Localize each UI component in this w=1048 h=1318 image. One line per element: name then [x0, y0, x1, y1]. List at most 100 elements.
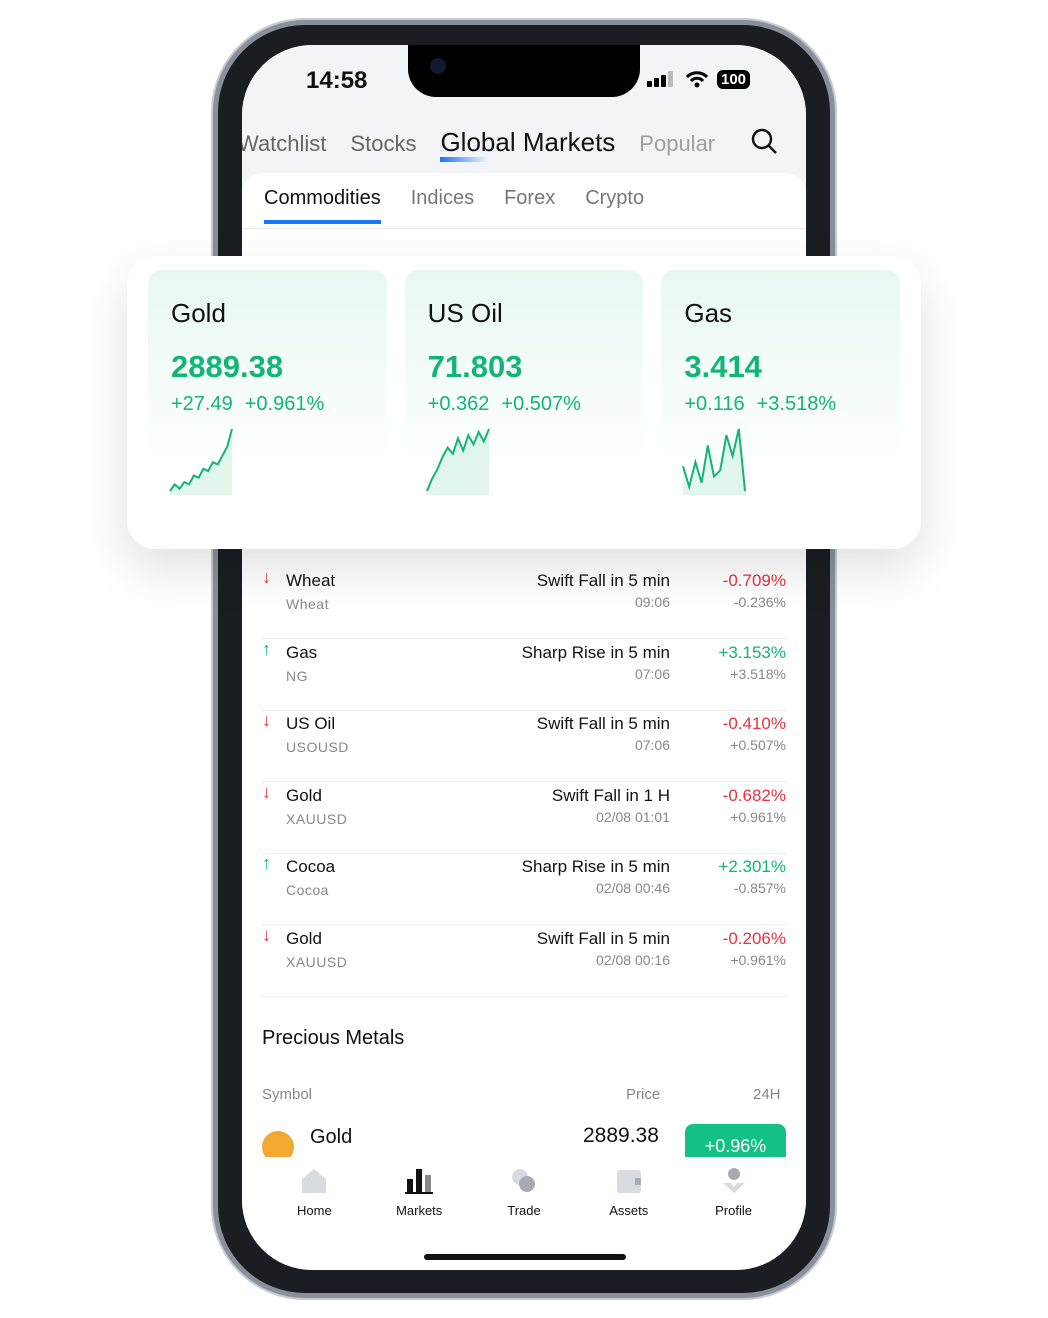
- section-title: Precious Metals: [262, 1027, 405, 1049]
- nav-label: Home: [297, 1203, 332, 1218]
- alert-day-change: +0.961%: [730, 951, 786, 968]
- alert-row[interactable]: ↑ Gas NG Sharp Rise in 5 min 07:06 +3.15…: [262, 639, 786, 711]
- quote-card-gas[interactable]: Gas 3.414 +0.116 +3.518%: [661, 270, 901, 535]
- alert-event: Swift Fall in 5 min: [536, 714, 670, 733]
- tab-commodities[interactable]: Commodities: [264, 187, 381, 224]
- tab-indices[interactable]: Indices: [411, 187, 474, 210]
- sub-tabs: Commodities Indices Forex Crypto: [264, 187, 644, 224]
- home-indicator: [424, 1254, 626, 1260]
- tab-forex[interactable]: Forex: [504, 187, 555, 210]
- nav-markets[interactable]: Markets: [379, 1167, 459, 1260]
- quote-name: Gold: [171, 298, 226, 328]
- nav-trade[interactable]: Trade: [484, 1167, 564, 1260]
- alert-event: Sharp Rise in 5 min: [521, 857, 670, 876]
- alert-row[interactable]: ↑ Cocoa Cocoa Sharp Rise in 5 min 02/08 …: [262, 853, 786, 925]
- camera: [430, 58, 446, 74]
- trade-icon: [511, 1169, 535, 1192]
- alert-symbol: XAUUSD: [286, 810, 348, 827]
- signal-icon: [647, 70, 673, 87]
- alert-time: 07:06: [634, 665, 670, 682]
- col-24h: 24H: [753, 1086, 781, 1103]
- alert-move: -0.206%: [722, 928, 786, 948]
- quote-change: +0.116: [684, 393, 745, 415]
- tab-global-markets[interactable]: Global Markets: [440, 127, 615, 162]
- alert-day-change: +3.518%: [730, 665, 786, 682]
- profile-icon: [722, 1168, 745, 1193]
- alert-move: -0.682%: [722, 785, 786, 805]
- quote-card-us-oil[interactable]: US Oil 71.803 +0.362 +0.507%: [404, 270, 644, 535]
- nav-home[interactable]: Home: [274, 1167, 354, 1260]
- alert-row[interactable]: ↓ US Oil USOUSD Swift Fall in 5 min 07:0…: [262, 710, 786, 782]
- alert-name: Gold: [286, 928, 322, 948]
- home-icon: [302, 1169, 327, 1193]
- top-tabs: Watchlist Stocks Global Markets Popular: [242, 127, 715, 162]
- nav-profile[interactable]: Profile: [694, 1167, 774, 1260]
- alert-symbol: Wheat: [286, 596, 329, 612]
- alert-event: Sharp Rise in 5 min: [521, 642, 670, 662]
- tab-crypto[interactable]: Crypto: [585, 187, 644, 210]
- alert-move: -0.410%: [722, 714, 786, 733]
- nav-label: Trade: [507, 1203, 541, 1218]
- alert-day-change: +0.507%: [730, 737, 786, 753]
- quote-cards: Gold 2889.38 +27.49 +0.961% US Oil 71.803…: [127, 256, 921, 549]
- quote-percent: +0.507%: [501, 393, 581, 415]
- alert-name: Wheat: [286, 571, 336, 590]
- alert-event: Swift Fall in 5 min: [536, 928, 670, 948]
- search-area: [742, 121, 806, 171]
- arrow-up-icon: ↑: [262, 638, 271, 659]
- alert-symbol: XAUUSD: [286, 953, 348, 970]
- alert-time: 02/08 00:16: [596, 951, 670, 968]
- sparkline: [682, 428, 747, 495]
- quote-change: +0.362: [427, 393, 490, 415]
- nav-label: Profile: [715, 1203, 752, 1218]
- quote-price: 3.414: [684, 349, 762, 384]
- battery-indicator: 100: [717, 70, 751, 89]
- row-name: Gold: [310, 1126, 353, 1148]
- alert-symbol: NG: [286, 667, 308, 684]
- arrow-down-icon: ↓: [262, 567, 271, 587]
- alert-day-change: +0.961%: [730, 808, 786, 825]
- alert-name: Gold: [286, 785, 322, 805]
- status-icons: 100: [647, 70, 751, 89]
- search-icon[interactable]: [750, 127, 780, 157]
- alert-name: Cocoa: [286, 857, 336, 876]
- alert-row[interactable]: ↓ Gold XAUUSD Swift Fall in 1 H 02/08 01…: [262, 782, 786, 854]
- col-symbol: Symbol: [262, 1086, 313, 1103]
- nav-label: Markets: [396, 1203, 443, 1218]
- alert-name: US Oil: [286, 714, 336, 733]
- tab-stocks[interactable]: Stocks: [350, 131, 416, 157]
- sparkline: [425, 428, 490, 495]
- quote-change: +27.49: [171, 393, 233, 415]
- row-price: 2889.38: [583, 1124, 659, 1147]
- alert-time: 09:06: [634, 594, 670, 610]
- arrow-up-icon: ↑: [262, 853, 271, 873]
- alert-time: 02/08 01:01: [596, 808, 670, 825]
- alert-move: +2.301%: [718, 857, 786, 876]
- alert-day-change: -0.857%: [733, 880, 786, 896]
- sparkline-area: [170, 429, 232, 495]
- status-time: 14:58: [306, 67, 368, 94]
- alert-time: 02/08 00:46: [596, 880, 670, 896]
- alert-event: Swift Fall in 1 H: [551, 785, 670, 805]
- alert-row[interactable]: ↓ Gold XAUUSD Swift Fall in 5 min 02/08 …: [262, 925, 786, 997]
- tab-watchlist[interactable]: Watchlist: [242, 131, 326, 157]
- alert-time: 07:06: [634, 737, 670, 753]
- tab-popular[interactable]: Popular: [639, 131, 715, 157]
- alert-symbol: Cocoa: [286, 882, 329, 898]
- quote-card-gold[interactable]: Gold 2889.38 +27.49 +0.961%: [148, 270, 387, 535]
- quote-price: 71.803: [427, 349, 523, 384]
- wallet-icon: [616, 1170, 641, 1193]
- app-screen: 14:58 100 Watchlist Stocks Global Market…: [242, 45, 806, 1270]
- quote-name: US Oil: [427, 298, 503, 328]
- sparkline: [169, 428, 233, 495]
- wifi-icon: [685, 70, 709, 87]
- nav-assets[interactable]: Assets: [589, 1167, 669, 1260]
- col-price: Price: [626, 1086, 661, 1103]
- alert-row[interactable]: ↓ Wheat Wheat Swift Fall in 5 min 09:06 …: [262, 567, 786, 639]
- arrow-down-icon: ↓: [262, 710, 271, 730]
- arrow-down-icon: ↓: [262, 781, 271, 802]
- alert-symbol: USOUSD: [286, 739, 349, 755]
- bar-chart-icon: [405, 1169, 434, 1194]
- alert-name: Gas: [286, 642, 318, 662]
- nav-label: Assets: [609, 1203, 649, 1218]
